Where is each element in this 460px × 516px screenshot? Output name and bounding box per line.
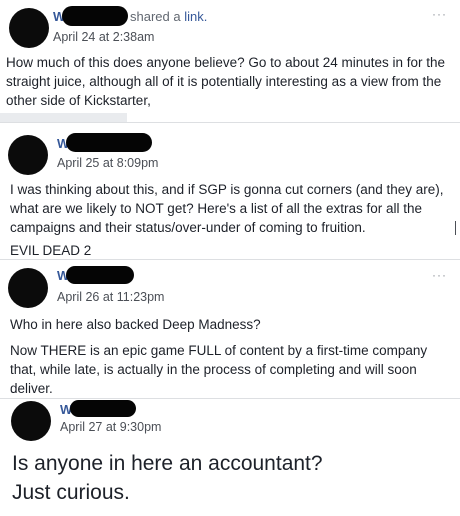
- more-options-icon[interactable]: ···: [432, 7, 447, 21]
- post-text: I was thinking about this, and if SGP is…: [10, 182, 444, 235]
- post-text: How much of this does anyone believe? Go…: [6, 55, 446, 108]
- shared-action-label: shared a: [130, 9, 181, 24]
- redacted-author-name: [62, 6, 128, 26]
- redacted-author-name: [70, 400, 136, 417]
- post-text-heading: EVIL DEAD 2: [10, 243, 92, 258]
- post-text-paragraph: Now THERE is an epic game FULL of conten…: [10, 343, 428, 396]
- shared-link-text: shared a link.: [130, 9, 207, 24]
- post-timestamp[interactable]: April 26 at 11:23pm: [57, 290, 164, 304]
- post-2: W April 25 at 8:09pm I was thinking abou…: [0, 123, 460, 259]
- redacted-author-name: [66, 133, 152, 152]
- avatar[interactable]: [8, 135, 48, 175]
- post-timestamp[interactable]: April 27 at 9:30pm: [60, 420, 161, 434]
- post-1: W shared a link. ··· April 24 at 2:38am …: [0, 0, 460, 122]
- post-3: W ··· April 26 at 11:23pm Who in here al…: [0, 260, 460, 398]
- post-4: W April 27 at 9:30pm Is anyone in here a…: [0, 399, 460, 516]
- cropped-edge-mark: [455, 221, 456, 235]
- redacted-author-name: [66, 266, 134, 284]
- avatar[interactable]: [8, 268, 48, 308]
- avatar[interactable]: [9, 8, 49, 48]
- more-options-icon[interactable]: ···: [432, 268, 447, 282]
- post-timestamp[interactable]: April 25 at 8:09pm: [57, 156, 158, 170]
- post-text: Who in here also backed Deep Madness?: [10, 317, 261, 332]
- avatar[interactable]: [11, 401, 51, 441]
- shared-link[interactable]: link.: [184, 9, 207, 24]
- post-timestamp[interactable]: April 24 at 2:38am: [53, 30, 154, 44]
- post-text-large: Is anyone in here an accountant? Just cu…: [12, 452, 323, 504]
